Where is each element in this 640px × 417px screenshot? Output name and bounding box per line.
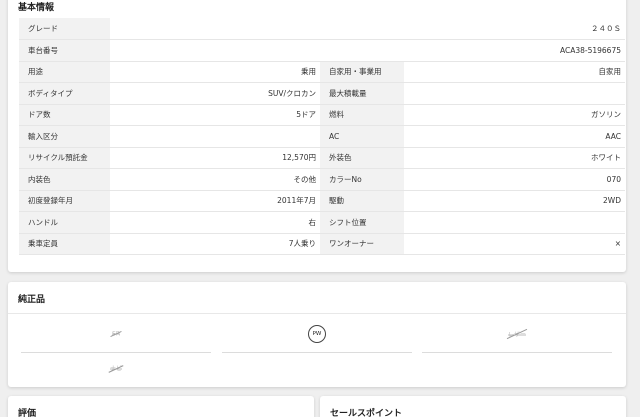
spec-row: 乗車定員 7人乗り ワンオーナー ×: [19, 233, 625, 255]
spec-label: カラーNo: [320, 168, 404, 191]
spec-label: リサイクル預託金: [19, 147, 110, 169]
vehicle-detail-page: 基本情報 グレード ２４０Ｓ 車台番号 ACA38-5196675 用途 乗用 自家用・事業…: [0, 0, 640, 417]
spec-value: 7人乗り: [110, 233, 320, 255]
spec-value: 2011年7月: [110, 190, 320, 212]
spec-label: 乗車定員: [19, 233, 110, 255]
sales-point-title: セールスポイント: [330, 409, 403, 417]
spec-value: 5ドア: [110, 104, 320, 126]
spec-label: 初度登録年月: [19, 190, 110, 212]
spec-value: ガソリン: [404, 104, 625, 126]
spec-value: 乗用: [110, 61, 320, 83]
spec-label: ドア数: [19, 104, 110, 126]
spec-value: SUV/クロカン: [110, 82, 320, 105]
spec-value: [404, 82, 625, 105]
spec-label: 輸入区分: [19, 125, 110, 148]
spec-row: 内装色 その他 カラーNo 070: [19, 168, 625, 191]
spec-value: 自家用: [404, 61, 625, 83]
evaluation-card: 評価: [8, 396, 314, 417]
spec-value: ホワイト: [404, 147, 625, 169]
spec-row: 用途 乗用 自家用・事業用 自家用: [19, 61, 625, 83]
spec-label: 燃料: [320, 104, 404, 126]
spec-label: AC: [320, 125, 404, 148]
spec-row: リサイクル預託金 12,570円 外装色 ホワイト: [19, 147, 625, 169]
spec-value: 2WD: [404, 190, 625, 212]
spec-row: 輸入区分 AC AAC: [19, 125, 625, 148]
basic-info-title: 基本情報: [18, 3, 55, 13]
spec-label: 用途: [19, 61, 110, 83]
spec-label: 車台番号: [19, 39, 110, 62]
sales-point-card: セールスポイント: [320, 396, 626, 417]
spec-label: ハンドル: [19, 211, 110, 234]
spec-row: グレード ２４０Ｓ: [19, 18, 625, 40]
spec-row: 初度登録年月 2011年7月 駆動 2WD: [19, 190, 625, 212]
spec-value: [404, 211, 625, 234]
spec-value: [110, 125, 320, 148]
option-navi-mark: ナビ: [109, 365, 123, 373]
spec-label: 内装色: [19, 168, 110, 191]
genuine-parts-card: 純正品 SR PW レザー ナビ: [8, 282, 626, 387]
spec-label: 駆動: [320, 190, 404, 212]
spec-value: ２４０Ｓ: [110, 18, 625, 40]
evaluation-title: 評価: [18, 409, 37, 417]
divider: [8, 313, 626, 314]
option-sr-mark: SR: [112, 330, 120, 337]
spec-label: ボディタイプ: [19, 82, 110, 105]
option-navi: ナビ: [21, 349, 211, 387]
option-pw-mark: PW: [308, 324, 326, 343]
spec-row: 車台番号 ACA38-5196675: [19, 39, 625, 62]
option-leather: レザー: [422, 315, 612, 353]
spec-value: ACA38-5196675: [110, 39, 625, 62]
spec-value: 12,570円: [110, 147, 320, 169]
option-leather-mark: レザー: [507, 331, 527, 338]
spec-value: その他: [110, 168, 320, 191]
basic-info-table: グレード ２４０Ｓ 車台番号 ACA38-5196675 用途 乗用 自家用・事業用 自家用ボ…: [19, 18, 625, 255]
spec-value: AAC: [404, 125, 625, 148]
spec-label: 自家用・事業用: [320, 61, 404, 83]
spec-value: ×: [404, 233, 625, 255]
spec-value: 右: [110, 211, 320, 234]
option-sr: SR: [21, 315, 211, 353]
spec-label: グレード: [19, 18, 110, 40]
spec-row: ボディタイプ SUV/クロカン 最大積載量: [19, 82, 625, 105]
basic-info-card: 基本情報 グレード ２４０Ｓ 車台番号 ACA38-5196675 用途 乗用 自家用・事業…: [8, 0, 626, 272]
spec-label: シフト位置: [320, 211, 404, 234]
spec-label: 最大積載量: [320, 82, 404, 105]
genuine-parts-title: 純正品: [18, 295, 46, 305]
option-pw: PW: [222, 315, 412, 353]
spec-label: 外装色: [320, 147, 404, 169]
spec-row: ドア数 5ドア 燃料 ガソリン: [19, 104, 625, 126]
spec-row: ハンドル右シフト位置: [19, 211, 625, 234]
page-edge: [634, 0, 640, 417]
spec-value: 070: [404, 168, 625, 191]
spec-label: ワンオーナー: [320, 233, 404, 255]
